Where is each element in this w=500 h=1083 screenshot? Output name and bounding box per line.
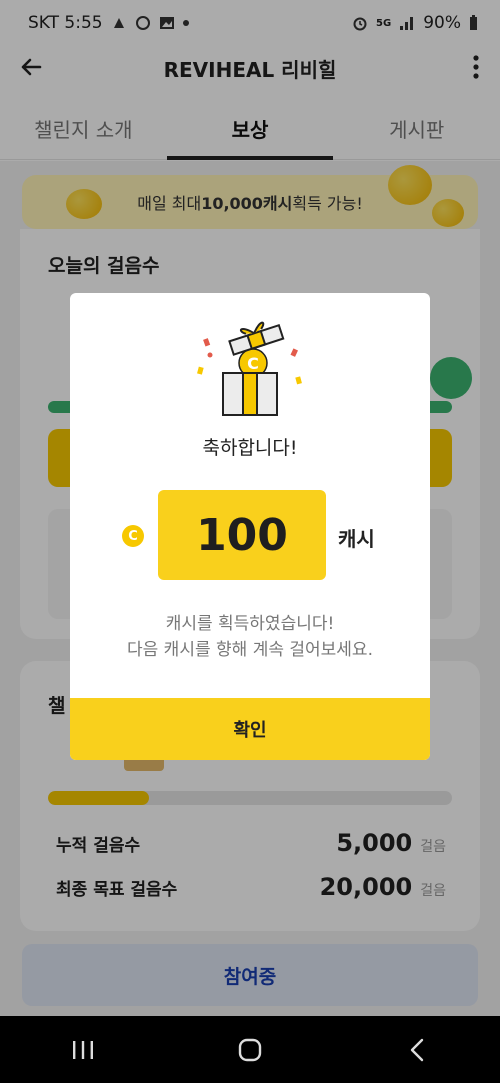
back-chevron-icon bbox=[410, 1038, 423, 1061]
congrats-message: 축하합니다! bbox=[202, 437, 298, 459]
system-nav-bar bbox=[0, 1016, 500, 1083]
gift-box-icon: C bbox=[197, 321, 302, 416]
reward-dialog: C 축하합니다! C 100 캐시 캐시를 획득하였습니다! 다음 캐시를 향해… bbox=[70, 293, 430, 760]
cash-unit-label: 캐시 bbox=[338, 527, 375, 551]
home-button[interactable] bbox=[230, 1030, 270, 1070]
reward-description-line1: 캐시를 획득하였습니다! bbox=[165, 614, 335, 634]
recent-apps-icon bbox=[73, 1040, 94, 1059]
recent-apps-button[interactable] bbox=[63, 1030, 103, 1070]
reward-description: 캐시를 획득하였습니다! 다음 캐시를 향해 계속 걸어보세요. bbox=[70, 611, 430, 663]
home-icon bbox=[238, 1038, 262, 1061]
cash-coin-icon: C bbox=[122, 525, 144, 547]
confirm-button[interactable]: 확인 bbox=[70, 698, 430, 760]
cash-amount: 100 bbox=[158, 490, 326, 580]
svg-text:C: C bbox=[247, 354, 259, 373]
reward-description-line2: 다음 캐시를 향해 계속 걸어보세요. bbox=[127, 640, 373, 660]
back-button[interactable] bbox=[397, 1030, 437, 1070]
